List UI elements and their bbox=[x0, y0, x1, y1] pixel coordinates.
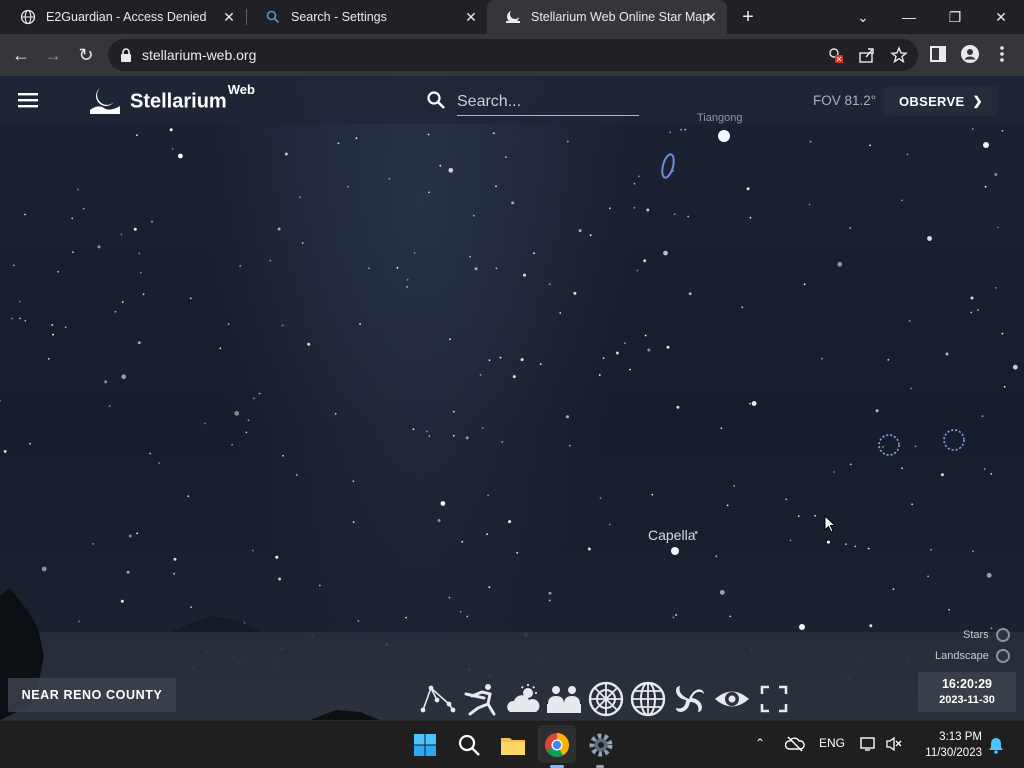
chevron-up-icon[interactable]: ⌃ bbox=[755, 736, 765, 750]
stars-toggle[interactable] bbox=[996, 628, 1010, 642]
fov-readout: FOV 81.2° bbox=[813, 93, 877, 108]
clock-date: 11/30/2023 bbox=[925, 747, 982, 759]
brand-name: Stellarium bbox=[130, 90, 227, 113]
chrome-icon[interactable] bbox=[543, 731, 571, 759]
close-icon[interactable]: ✕ bbox=[463, 9, 479, 25]
tab-title: Stellarium Web Online Star Map bbox=[531, 10, 710, 24]
constellation-lines-icon[interactable] bbox=[419, 680, 457, 718]
landscape-toggle-label: Landscape bbox=[935, 650, 989, 662]
forward-button[interactable]: → bbox=[40, 42, 66, 68]
windows-start-icon[interactable] bbox=[411, 731, 439, 759]
volume-muted-icon[interactable] bbox=[885, 736, 903, 752]
label-capella[interactable]: Capella bbox=[648, 527, 695, 543]
tab-title: E2Guardian - Access Denied bbox=[46, 10, 207, 24]
reload-button[interactable]: ↻ bbox=[73, 42, 99, 68]
file-explorer-icon[interactable] bbox=[499, 731, 527, 759]
tab-title: Search - Settings bbox=[291, 10, 387, 24]
restore-button[interactable]: ❐ bbox=[932, 0, 978, 34]
close-icon[interactable]: ✕ bbox=[221, 9, 237, 25]
landscape-icon[interactable] bbox=[545, 680, 583, 718]
bookmark-star-icon[interactable] bbox=[890, 46, 908, 64]
observe-button[interactable]: OBSERVE ❯ bbox=[884, 86, 998, 116]
stellarium-icon bbox=[505, 9, 521, 25]
search-input[interactable] bbox=[457, 88, 639, 116]
tab-e2guardian[interactable]: E2Guardian - Access Denied ✕ bbox=[2, 0, 245, 34]
location-button[interactable]: NEAR RENO COUNTY bbox=[8, 678, 176, 712]
chevron-down-icon: ❯ bbox=[972, 94, 983, 108]
stellarium-logo-icon bbox=[90, 88, 120, 114]
kebab-menu-icon[interactable] bbox=[992, 44, 1012, 64]
search-icon[interactable] bbox=[455, 731, 483, 759]
atmosphere-icon[interactable] bbox=[504, 680, 542, 718]
equatorial-grid-icon[interactable] bbox=[629, 680, 667, 718]
sky-view[interactable]: StellariumWeb FOV 81.2° OBSERVE ❯ Tiango… bbox=[0, 76, 1024, 720]
search-icon[interactable] bbox=[426, 90, 446, 110]
svg-text:✕: ✕ bbox=[836, 55, 843, 64]
search-icon bbox=[265, 9, 281, 25]
new-tab-button[interactable]: + bbox=[737, 6, 759, 28]
globe-icon bbox=[20, 9, 36, 25]
notification-bell-icon[interactable] bbox=[988, 736, 1004, 754]
clock-time: 3:13 PM bbox=[939, 731, 982, 743]
azimuthal-grid-icon[interactable] bbox=[587, 680, 625, 718]
url-text: stellarium-web.org bbox=[142, 47, 257, 63]
time-readout: 16:20:29 bbox=[941, 677, 993, 691]
close-window-button[interactable]: ✕ bbox=[978, 0, 1024, 34]
constellation-art-icon[interactable] bbox=[462, 680, 500, 718]
blocked-popup-icon[interactable]: ✕ bbox=[826, 46, 844, 64]
onedrive-offline-icon[interactable] bbox=[785, 736, 805, 752]
observe-label: OBSERVE bbox=[899, 93, 965, 109]
tab-stellarium[interactable]: Stellarium Web Online Star Map ✕ bbox=[487, 0, 727, 34]
hamburger-menu-icon[interactable] bbox=[16, 90, 40, 110]
network-icon[interactable] bbox=[860, 736, 878, 752]
deep-sky-objects-icon[interactable] bbox=[670, 680, 708, 718]
app-top-bar: StellariumWeb FOV 81.2° OBSERVE ❯ bbox=[0, 76, 1024, 124]
date-time-button[interactable]: 16:20:29 2023-11-30 bbox=[918, 672, 1016, 712]
windows-taskbar: ⌃ ENG 3:13 PM 11/30/2023 bbox=[0, 720, 1024, 768]
settings-gear-icon[interactable] bbox=[587, 731, 615, 759]
app-brand: StellariumWeb bbox=[130, 82, 255, 114]
brand-suffix: Web bbox=[227, 82, 255, 97]
fullscreen-icon[interactable] bbox=[755, 680, 793, 718]
date-readout: 2023-11-30 bbox=[939, 694, 995, 706]
address-bar[interactable]: stellarium-web.org ✕ bbox=[108, 39, 918, 71]
browser-toolbar: ← → ↻ stellarium-web.org ✕ bbox=[0, 34, 1024, 76]
tab-search-chevron-icon[interactable]: ⌄ bbox=[840, 0, 886, 34]
system-clock[interactable]: 3:13 PM 11/30/2023 bbox=[914, 729, 982, 761]
browser-tab-strip: E2Guardian - Access Denied ✕ Search - Se… bbox=[0, 0, 1024, 34]
lock-icon[interactable] bbox=[120, 48, 132, 62]
night-mode-icon[interactable] bbox=[713, 680, 751, 718]
tab-search-settings[interactable]: Search - Settings ✕ bbox=[247, 0, 487, 34]
profile-icon[interactable] bbox=[960, 44, 980, 64]
label-tiangong[interactable]: Tiangong bbox=[697, 112, 742, 124]
mouse-cursor-icon bbox=[824, 515, 837, 533]
stars-toggle-label: Stars bbox=[963, 629, 989, 641]
landscape-silhouette bbox=[0, 588, 380, 720]
landscape-toggle[interactable] bbox=[996, 649, 1010, 663]
minimize-button[interactable]: — bbox=[886, 0, 932, 34]
close-icon[interactable]: ✕ bbox=[703, 9, 719, 25]
side-panel-icon[interactable] bbox=[928, 44, 948, 64]
language-indicator[interactable]: ENG bbox=[819, 736, 845, 750]
share-icon[interactable] bbox=[858, 46, 876, 64]
back-button[interactable]: ← bbox=[8, 42, 34, 68]
